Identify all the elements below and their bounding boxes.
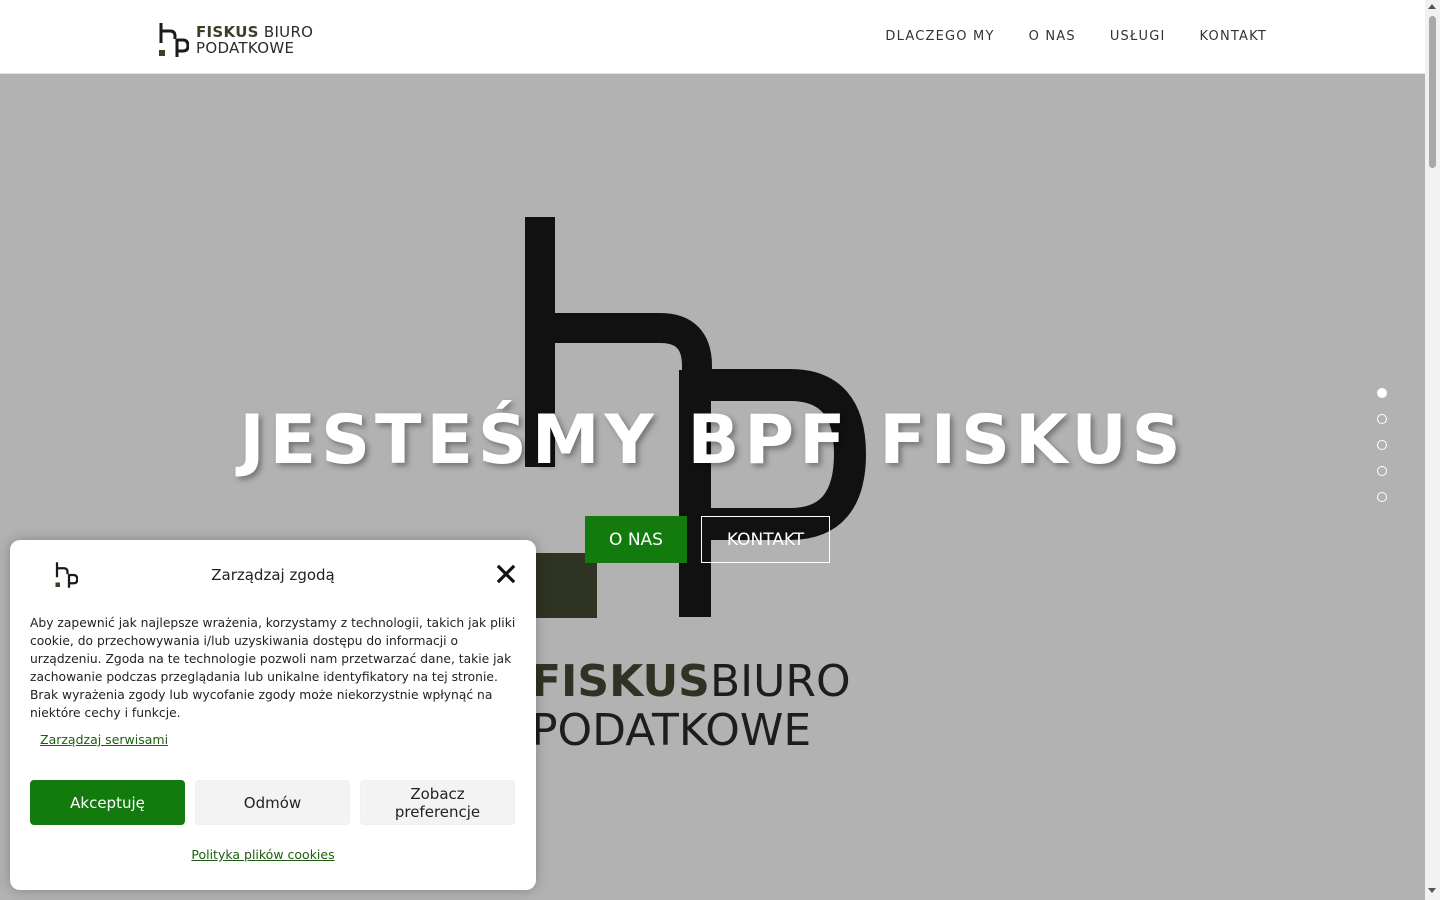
slider-dot-5[interactable]	[1377, 492, 1387, 502]
logo-text: FISKUS BIURO PODATKOWE	[196, 24, 313, 56]
hero-art-word-regular: BIURO	[710, 656, 851, 707]
accept-button[interactable]: Akceptuję	[30, 780, 185, 825]
scroll-up-arrow-icon[interactable]	[1428, 4, 1436, 9]
site-header: FISKUS BIURO PODATKOWE DLACZEGO MY O NAS…	[0, 0, 1425, 74]
slider-dot-4[interactable]	[1377, 466, 1387, 476]
deny-button[interactable]: Odmów	[195, 780, 350, 825]
hero-title: JESTEŚMY BPF FISKUS	[239, 401, 1186, 480]
hero-o-nas-button[interactable]: O NAS	[585, 516, 687, 563]
nav-o-nas[interactable]: O NAS	[1029, 29, 1076, 44]
modal-title: Zarządzaj zgodą	[211, 566, 335, 584]
close-icon[interactable]	[496, 564, 516, 584]
cookie-policy-link[interactable]: Polityka plików cookies	[10, 847, 516, 862]
slider-dot-2[interactable]	[1377, 414, 1387, 424]
scroll-thumb[interactable]	[1429, 16, 1436, 168]
slider-dot-1[interactable]	[1377, 388, 1387, 398]
manage-services-link[interactable]: Zarządzaj serwisami	[40, 732, 168, 747]
main-nav: DLACZEGO MY O NAS USŁUGI KONTAKT	[885, 29, 1267, 44]
cookie-consent-modal: Zarządzaj zgodą Aby zapewnić jak najleps…	[10, 540, 536, 890]
nav-uslugi[interactable]: USŁUGI	[1110, 29, 1166, 44]
nav-dlaczego-my[interactable]: DLACZEGO MY	[885, 29, 994, 44]
preferences-button[interactable]: Zobacz preferencje	[360, 780, 515, 825]
scroll-down-arrow-icon[interactable]	[1428, 888, 1436, 893]
hero-kontakt-button[interactable]: KONTAKT	[701, 516, 830, 563]
slider-dots	[1377, 388, 1391, 518]
nav-kontakt[interactable]: KONTAKT	[1200, 29, 1267, 44]
logo-line2: PODATKOWE	[196, 39, 295, 57]
logo-mark-icon	[159, 23, 189, 57]
hero-art-word-bold: FISKUS	[531, 656, 710, 707]
site-logo[interactable]: FISKUS BIURO PODATKOWE	[157, 21, 313, 59]
page-scrollbar[interactable]	[1425, 0, 1440, 900]
slider-dot-3[interactable]	[1377, 440, 1387, 450]
modal-body-text: Aby zapewnić jak najlepsze wrażenia, kor…	[30, 616, 516, 720]
hero-art-line2: PODATKOWE	[531, 705, 811, 756]
